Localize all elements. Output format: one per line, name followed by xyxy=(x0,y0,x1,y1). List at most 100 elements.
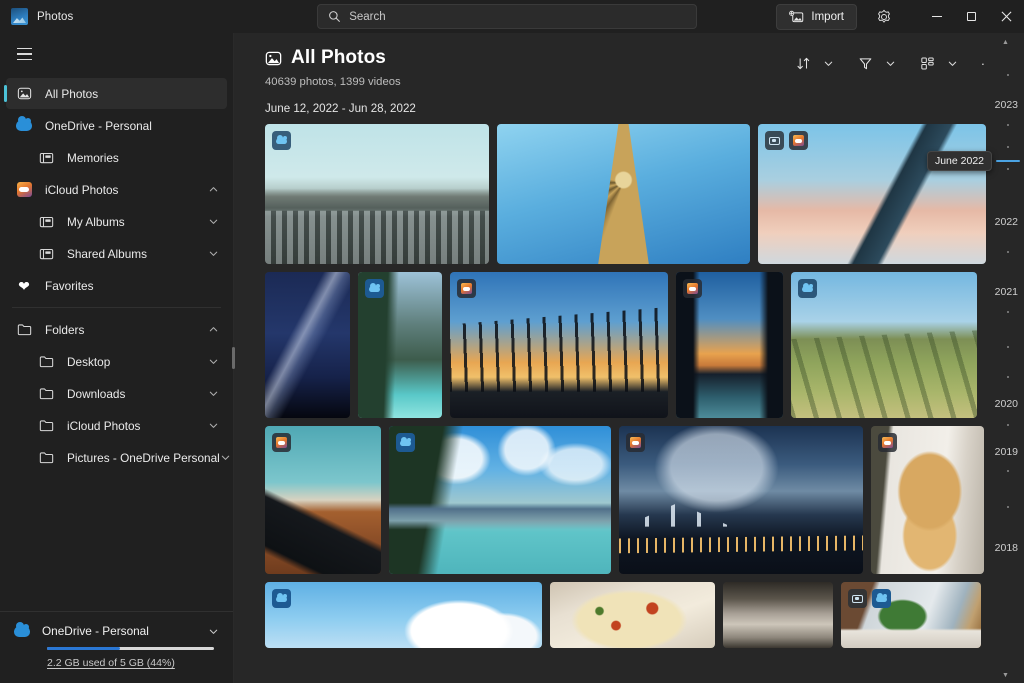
photo-airplane-wing-clouds[interactable] xyxy=(758,124,986,264)
all-photos-icon xyxy=(265,50,282,67)
filter-button[interactable] xyxy=(851,49,880,77)
timeline-dot xyxy=(1007,146,1009,148)
import-photo-icon xyxy=(789,10,804,24)
chevron-up-icon[interactable] xyxy=(208,324,219,335)
sidebar-item-shared-albums[interactable]: Shared Albums xyxy=(6,238,227,269)
sidebar-item-folder-desktop[interactable]: Desktop xyxy=(6,346,227,377)
sidebar-splitter[interactable] xyxy=(228,341,238,375)
title-row: All Photos xyxy=(265,47,401,69)
filter-chevron-button[interactable] xyxy=(880,49,901,77)
sort-icon xyxy=(796,56,811,71)
timeline-year-2019[interactable]: 2019 xyxy=(995,446,1018,458)
scroll-up-arrow-icon[interactable]: ▲ xyxy=(1002,39,1009,46)
sidebar-item-label: Pictures - OneDrive Personal xyxy=(67,450,220,465)
settings-button[interactable] xyxy=(869,3,899,31)
photo-mountain-lake[interactable] xyxy=(389,426,611,574)
sort-chevron-button[interactable] xyxy=(818,49,839,77)
photo-dog-window[interactable] xyxy=(871,426,984,574)
sidebar-item-folder-pictures-onedrive-personal[interactable]: Pictures - OneDrive Personal xyxy=(6,442,229,473)
folder-icon xyxy=(36,387,56,400)
title-bar: Photos Search Import xyxy=(0,0,1024,33)
media-badge-icon xyxy=(848,589,867,608)
import-button[interactable]: Import xyxy=(776,3,857,30)
search-input[interactable]: Search xyxy=(317,4,698,29)
timeline-year-2018[interactable]: 2018 xyxy=(995,542,1018,554)
sidebar-divider xyxy=(12,307,221,308)
chevron-down-icon[interactable] xyxy=(220,452,231,463)
heart-icon: ❤ xyxy=(18,277,30,294)
sidebar-item-folder-folders[interactable]: Folders xyxy=(6,314,227,345)
timeline-year-2021[interactable]: 2021 xyxy=(995,286,1018,298)
sidebar-item-icloud-photos[interactable]: iCloud Photos xyxy=(6,174,227,205)
chevron-down-icon[interactable] xyxy=(208,216,219,227)
title-bar-left: Photos xyxy=(0,8,238,25)
chevron-down-icon[interactable] xyxy=(208,626,219,637)
photo-row xyxy=(265,124,987,264)
all-photos-icon xyxy=(14,86,34,101)
sort-button[interactable] xyxy=(789,49,818,77)
photo-row xyxy=(265,426,987,574)
timeline-dot xyxy=(1007,346,1009,348)
onedrive-badge-icon xyxy=(272,589,291,608)
sidebar-item-label: Desktop xyxy=(67,354,111,369)
sidebar-item-label: Downloads xyxy=(67,386,126,401)
hamburger-icon[interactable] xyxy=(6,37,42,71)
layout-button[interactable] xyxy=(913,49,942,77)
icloud-icon xyxy=(14,182,34,197)
chevron-down-icon[interactable] xyxy=(208,356,219,367)
icloud-icon xyxy=(276,437,287,448)
photo-city-skyline-mountains[interactable] xyxy=(265,124,489,264)
timeline-tooltip: June 2022 xyxy=(926,151,992,171)
photo-forest-river[interactable] xyxy=(358,272,442,418)
photo-desert-road[interactable] xyxy=(265,426,381,574)
chevron-up-icon[interactable] xyxy=(208,184,219,195)
sidebar-item-folder-downloads[interactable]: Downloads xyxy=(6,378,227,409)
scroll-down-arrow-icon[interactable]: ▼ xyxy=(1002,672,1009,679)
photo-olive-grove-hills[interactable] xyxy=(791,272,977,418)
timeline-year-2022[interactable]: 2022 xyxy=(995,216,1018,228)
timeline-dot xyxy=(1007,251,1009,253)
folder-icon xyxy=(36,451,56,464)
timeline-position-marker[interactable] xyxy=(996,160,1020,162)
chevron-down-icon[interactable] xyxy=(208,248,219,259)
cloud-icon xyxy=(14,621,30,637)
timeline-scrubber[interactable]: ▲ 2023 2022 2021 2020 2019 2018 June 2022 ▼ xyxy=(926,33,1024,683)
sidebar-item-label: Memories xyxy=(67,150,119,165)
photo-row xyxy=(265,272,987,418)
storage-account-row[interactable]: OneDrive - Personal xyxy=(14,621,219,638)
minimize-button[interactable] xyxy=(919,0,954,33)
photo-pasta-plate[interactable] xyxy=(550,582,715,648)
search-area: Search xyxy=(238,4,776,29)
sidebar-item-label: Folders xyxy=(45,322,85,337)
icloud-badge-icon xyxy=(626,433,645,452)
cloud-icon xyxy=(276,592,287,602)
photo-canada-place-dusk[interactable] xyxy=(619,426,863,574)
layout-chevron-button[interactable] xyxy=(942,49,963,77)
photo-misty-mountain[interactable] xyxy=(723,582,833,648)
photo-swing-ride-sky[interactable] xyxy=(497,124,750,264)
close-button[interactable] xyxy=(989,0,1024,33)
sidebar-item-folder-icloud-photos[interactable]: iCloud Photos xyxy=(6,410,227,441)
photos-logo-icon xyxy=(11,8,28,25)
sidebar-item-all-photos[interactable]: All Photos xyxy=(4,78,227,109)
sidebar-item-my-albums[interactable]: My Albums xyxy=(6,206,227,237)
photo-night-sky[interactable] xyxy=(265,272,350,418)
photo-sunset-city-trees[interactable] xyxy=(450,272,668,418)
sidebar-item-favorites[interactable]: ❤ Favorites xyxy=(6,270,227,301)
album-icon xyxy=(36,247,56,261)
timeline-year-2023[interactable]: 2023 xyxy=(995,99,1018,111)
photo-river-sunset[interactable] xyxy=(676,272,783,418)
close-icon xyxy=(1001,11,1012,22)
photo-clouds-blue-sky[interactable] xyxy=(265,582,542,648)
sidebar-item-memories[interactable]: Memories xyxy=(6,142,227,173)
chevron-down-icon[interactable] xyxy=(208,388,219,399)
storage-usage-link[interactable]: 2.2 GB used of 5 GB (44%) xyxy=(47,657,219,669)
sidebar-item-onedrive-personal[interactable]: OneDrive - Personal xyxy=(6,110,227,141)
maximize-button[interactable] xyxy=(954,0,989,33)
icloud-icon xyxy=(687,283,698,294)
chevron-down-icon xyxy=(885,58,896,69)
chevron-down-icon[interactable] xyxy=(208,420,219,431)
photo-count-subtitle: 40639 photos, 1399 videos xyxy=(265,76,401,88)
photo-plant-shelf[interactable] xyxy=(841,582,981,648)
timeline-year-2020[interactable]: 2020 xyxy=(995,398,1018,410)
